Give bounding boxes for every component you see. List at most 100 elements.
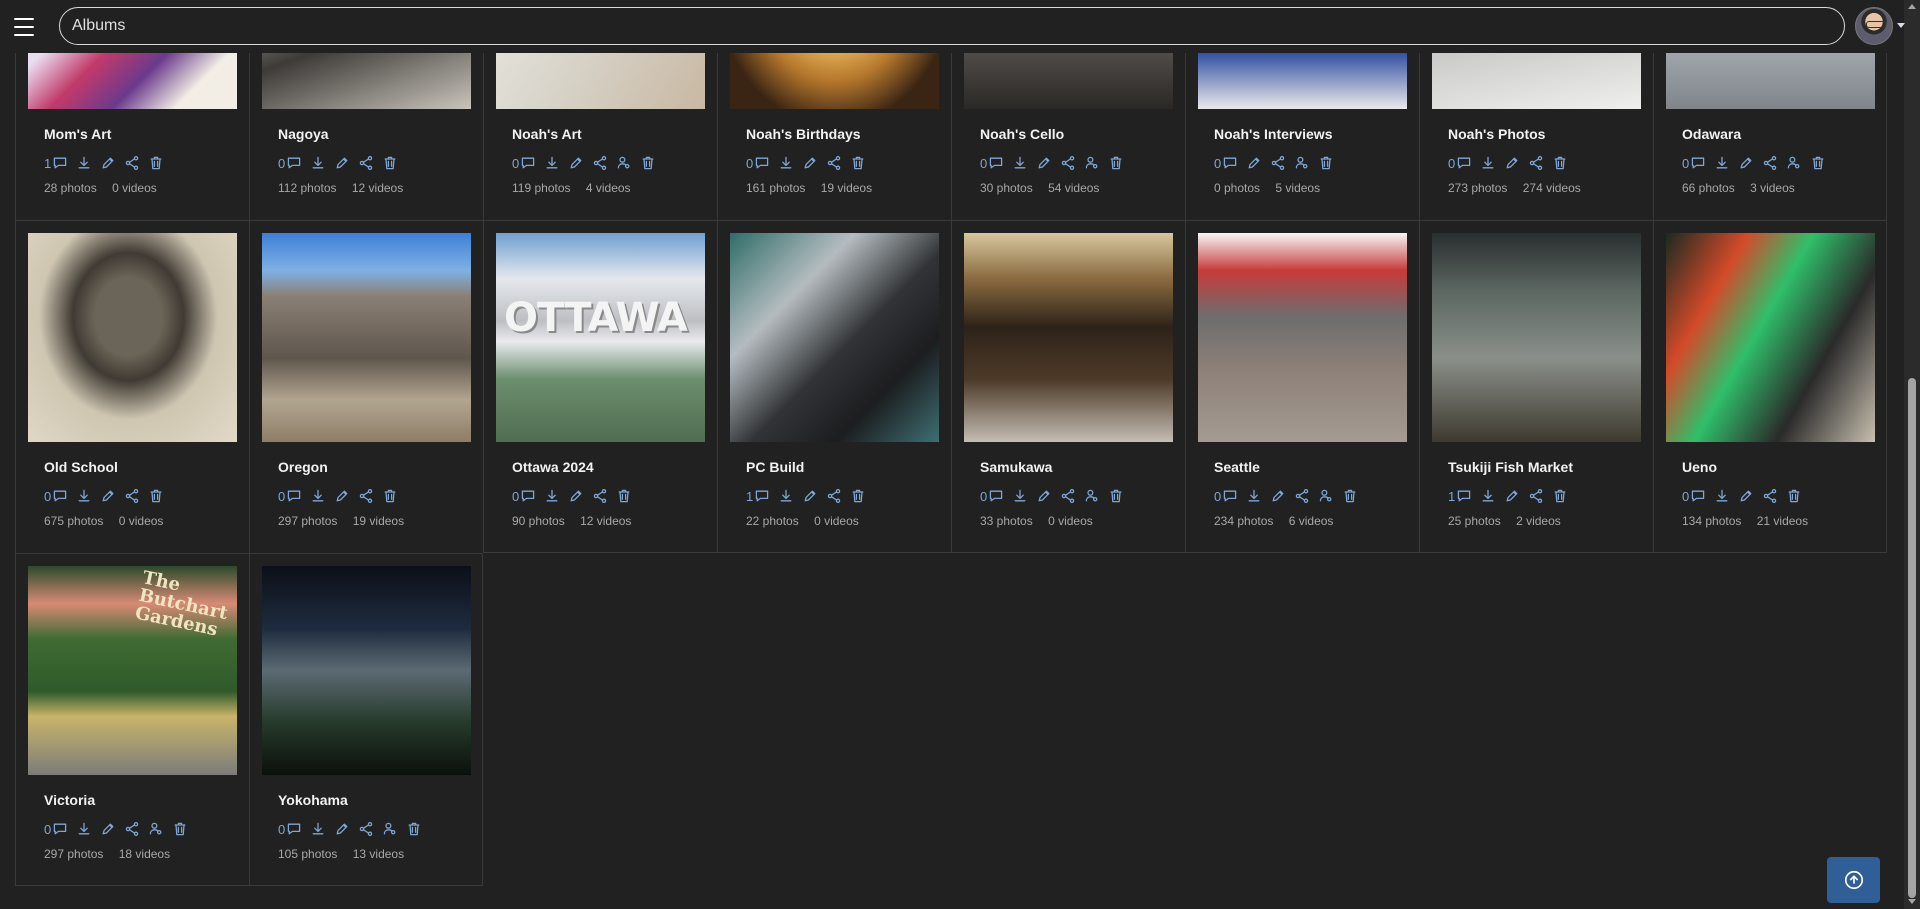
share-icon[interactable] (1762, 488, 1779, 504)
album-thumbnail[interactable] (964, 233, 1173, 442)
comment-icon[interactable] (1456, 488, 1473, 504)
album-card[interactable]: PC Build 1 22 photos 0 videos (717, 220, 951, 553)
comment-icon[interactable] (988, 155, 1005, 171)
comment-icon[interactable] (520, 488, 537, 504)
download-icon[interactable] (1012, 155, 1029, 171)
pencil-icon[interactable] (1738, 488, 1755, 504)
share-icon[interactable] (1060, 155, 1077, 171)
album-thumbnail[interactable]: The Butchart Gardens (28, 566, 237, 775)
user-settings-icon[interactable] (1294, 155, 1311, 171)
album-card[interactable]: Samukawa 0 33 photos 0 videos (951, 220, 1185, 553)
share-icon[interactable] (1528, 155, 1545, 171)
download-icon[interactable] (310, 155, 327, 171)
pencil-icon[interactable] (1036, 488, 1053, 504)
album-title[interactable]: Noah's Birthdays (746, 126, 861, 142)
comment-icon[interactable] (1690, 155, 1707, 171)
download-icon[interactable] (310, 821, 327, 837)
album-title[interactable]: Mom's Art (44, 126, 111, 142)
trash-icon[interactable] (382, 488, 399, 504)
album-thumbnail[interactable] (262, 566, 471, 775)
user-settings-icon[interactable] (1786, 155, 1803, 171)
pencil-icon[interactable] (1504, 488, 1521, 504)
download-icon[interactable] (76, 155, 93, 171)
pencil-icon[interactable] (100, 821, 117, 837)
share-icon[interactable] (592, 155, 609, 171)
avatar[interactable] (1855, 7, 1893, 45)
trash-icon[interactable] (1318, 155, 1335, 171)
trash-icon[interactable] (382, 155, 399, 171)
album-title[interactable]: Noah's Art (512, 126, 582, 142)
pencil-icon[interactable] (802, 155, 819, 171)
album-thumbnail[interactable]: OTTAWA (496, 233, 705, 442)
trash-icon[interactable] (148, 155, 165, 171)
share-icon[interactable] (826, 155, 843, 171)
trash-icon[interactable] (1108, 488, 1125, 504)
pencil-icon[interactable] (568, 488, 585, 504)
pencil-icon[interactable] (1246, 155, 1263, 171)
user-settings-icon[interactable] (1318, 488, 1335, 504)
album-title[interactable]: Ueno (1682, 459, 1717, 475)
album-title[interactable]: Ottawa 2024 (512, 459, 594, 475)
album-thumbnail[interactable] (28, 233, 237, 442)
album-card[interactable]: The Butchart Gardens Victoria 0 297 phot… (15, 553, 249, 886)
download-icon[interactable] (76, 488, 93, 504)
menu-icon[interactable] (12, 15, 36, 39)
share-icon[interactable] (124, 821, 141, 837)
trash-icon[interactable] (1786, 488, 1803, 504)
trash-icon[interactable] (1342, 488, 1359, 504)
comment-icon[interactable] (52, 488, 69, 504)
album-title[interactable]: Yokohama (278, 792, 348, 808)
comment-icon[interactable] (52, 155, 69, 171)
album-title[interactable]: Oregon (278, 459, 328, 475)
pencil-icon[interactable] (334, 821, 351, 837)
scroll-up-arrow[interactable] (1908, 4, 1916, 9)
comment-icon[interactable] (754, 488, 771, 504)
download-icon[interactable] (1480, 488, 1497, 504)
album-card[interactable]: OTTAWA Ottawa 2024 0 90 photos 12 videos (483, 220, 717, 553)
user-settings-icon[interactable] (382, 821, 399, 837)
pencil-icon[interactable] (1738, 155, 1755, 171)
user-settings-icon[interactable] (1084, 488, 1101, 504)
album-title[interactable]: Noah's Interviews (1214, 126, 1332, 142)
scrollbar[interactable] (1904, 0, 1920, 909)
scroll-to-top-button[interactable] (1827, 857, 1880, 903)
album-card[interactable]: Tsukiji Fish Market 1 25 photos 2 videos (1419, 220, 1653, 553)
album-title[interactable]: Noah's Cello (980, 126, 1064, 142)
trash-icon[interactable] (850, 488, 867, 504)
trash-icon[interactable] (406, 821, 423, 837)
download-icon[interactable] (76, 821, 93, 837)
album-thumbnail[interactable] (1666, 233, 1875, 442)
share-icon[interactable] (1294, 488, 1311, 504)
pencil-icon[interactable] (334, 488, 351, 504)
trash-icon[interactable] (640, 155, 657, 171)
share-icon[interactable] (124, 155, 141, 171)
share-icon[interactable] (1060, 488, 1077, 504)
trash-icon[interactable] (1810, 155, 1827, 171)
album-title[interactable]: Old School (44, 459, 118, 475)
download-icon[interactable] (1714, 155, 1731, 171)
comment-icon[interactable] (52, 821, 69, 837)
user-settings-icon[interactable] (616, 155, 633, 171)
download-icon[interactable] (544, 488, 561, 504)
pencil-icon[interactable] (1036, 155, 1053, 171)
album-title[interactable]: Odawara (1682, 126, 1741, 142)
trash-icon[interactable] (1552, 488, 1569, 504)
album-title[interactable]: Tsukiji Fish Market (1448, 459, 1573, 475)
album-card[interactable]: Seattle 0 234 photos 6 videos (1185, 220, 1419, 553)
album-title[interactable]: Noah's Photos (1448, 126, 1545, 142)
download-icon[interactable] (1246, 488, 1263, 504)
scrollbar-thumb[interactable] (1908, 378, 1916, 898)
pencil-icon[interactable] (802, 488, 819, 504)
album-title[interactable]: Victoria (44, 792, 95, 808)
share-icon[interactable] (592, 488, 609, 504)
trash-icon[interactable] (172, 821, 189, 837)
album-thumbnail[interactable] (730, 233, 939, 442)
share-icon[interactable] (124, 488, 141, 504)
user-menu[interactable] (1855, 6, 1905, 46)
album-thumbnail[interactable] (262, 233, 471, 442)
trash-icon[interactable] (1552, 155, 1569, 171)
share-icon[interactable] (1528, 488, 1545, 504)
pencil-icon[interactable] (1504, 155, 1521, 171)
download-icon[interactable] (1714, 488, 1731, 504)
share-icon[interactable] (358, 155, 375, 171)
